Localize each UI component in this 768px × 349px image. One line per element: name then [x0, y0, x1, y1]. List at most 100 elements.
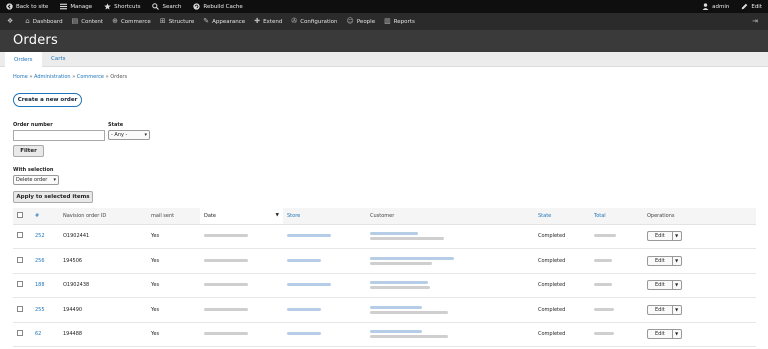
- state-value: Completed: [534, 224, 590, 249]
- commerce-icon: ⊕: [112, 17, 118, 25]
- breadcrumb-administration[interactable]: Administration: [34, 74, 71, 80]
- order-id-link[interactable]: 255: [35, 307, 45, 313]
- user-icon: [702, 3, 709, 10]
- filter-button[interactable]: Filter: [13, 145, 44, 157]
- order-id-link[interactable]: 188: [35, 282, 45, 288]
- chevron-down-icon[interactable]: ▼: [671, 256, 681, 265]
- menu-content-label: Content: [81, 18, 104, 25]
- menu-appearance[interactable]: ✎ Appearance: [203, 18, 245, 25]
- col-total[interactable]: Total: [590, 208, 643, 225]
- row-checkbox[interactable]: [17, 281, 23, 288]
- order-id-link[interactable]: 252: [35, 233, 45, 239]
- store-redacted[interactable]: [287, 283, 331, 287]
- store-redacted[interactable]: [287, 234, 331, 238]
- col-store[interactable]: Store: [283, 208, 366, 225]
- chevron-down-icon[interactable]: ▼: [671, 232, 681, 241]
- refresh-icon: [193, 3, 201, 10]
- menu-extend[interactable]: ✚ Extend: [254, 18, 282, 25]
- shortcuts-link[interactable]: Shortcuts: [104, 3, 140, 10]
- menu-reports[interactable]: ▥ Reports: [384, 18, 415, 25]
- menu-dashboard[interactable]: ⌂ Dashboard: [25, 18, 62, 25]
- mail-sent: Yes: [147, 322, 200, 347]
- col-state[interactable]: State: [534, 208, 590, 225]
- date-redacted: [204, 258, 248, 262]
- customer-name-redacted[interactable]: [370, 330, 422, 334]
- mail-sent: Yes: [147, 248, 200, 274]
- order-id-link[interactable]: 256: [35, 258, 45, 264]
- configuration-icon: ✇: [291, 17, 298, 25]
- edit-mode-link[interactable]: Edit: [741, 3, 762, 10]
- back-icon: [6, 3, 13, 10]
- row-checkbox[interactable]: [17, 305, 23, 312]
- search-link[interactable]: Search: [152, 3, 181, 10]
- people-icon: ☺: [346, 17, 354, 25]
- edit-button[interactable]: Edit: [648, 306, 672, 314]
- edit-button[interactable]: Edit: [648, 232, 672, 240]
- store-redacted[interactable]: [287, 332, 321, 336]
- date-redacted: [204, 332, 248, 336]
- with-selection-label: With selection: [13, 167, 54, 173]
- structure-icon: ⊞: [159, 17, 166, 25]
- col-date[interactable]: Date ▼: [200, 208, 283, 225]
- manage-link[interactable]: Manage: [60, 3, 92, 10]
- page-header: Orders: [0, 30, 768, 52]
- create-order-button[interactable]: Create a new order: [13, 93, 82, 107]
- sidebar-toggle[interactable]: ⇥: [752, 18, 761, 25]
- back-to-site-link[interactable]: Back to site: [6, 3, 48, 10]
- customer-name-redacted[interactable]: [370, 281, 428, 285]
- menu-structure[interactable]: ⊞ Structure: [160, 18, 194, 25]
- menu-commerce-label: Commerce: [120, 18, 151, 25]
- customer-email-redacted: [370, 310, 448, 314]
- drupal-icon: ❖: [7, 17, 14, 25]
- total-redacted: [594, 283, 612, 287]
- menu-configuration-label: Configuration: [300, 18, 338, 25]
- order-number-input[interactable]: [13, 130, 105, 141]
- chevron-down-icon[interactable]: ▼: [671, 305, 681, 314]
- edit-button[interactable]: Edit: [648, 257, 672, 265]
- select-all-checkbox[interactable]: [17, 211, 23, 218]
- drupal-home-link[interactable]: ❖: [7, 18, 16, 25]
- rebuild-cache-label: Rebuild Cache: [203, 3, 243, 10]
- menu-commerce[interactable]: ⊕ Commerce: [112, 18, 151, 25]
- state-select[interactable]: - Any - ▾: [108, 130, 150, 140]
- chevron-down-icon[interactable]: ▼: [671, 281, 681, 290]
- star-icon: [104, 3, 111, 10]
- user-link[interactable]: admin: [702, 3, 729, 10]
- primary-tabs: Orders Carts: [0, 52, 768, 67]
- chevron-down-icon[interactable]: ▼: [671, 330, 681, 339]
- appearance-icon: ✎: [203, 17, 210, 25]
- store-redacted[interactable]: [287, 307, 321, 311]
- menu-configuration[interactable]: ✇ Configuration: [291, 18, 337, 25]
- customer-name-redacted[interactable]: [370, 232, 418, 236]
- total-redacted: [594, 258, 612, 262]
- table-row: 256 194506 Yes Completed Edit ▼: [13, 248, 756, 274]
- order-id-link[interactable]: 62: [35, 331, 41, 337]
- mail-sent: Yes: [147, 297, 200, 323]
- breadcrumb-commerce[interactable]: Commerce: [77, 74, 104, 80]
- menu-content[interactable]: ▤ Content: [72, 18, 104, 25]
- edit-button[interactable]: Edit: [648, 330, 672, 338]
- row-checkbox[interactable]: [17, 232, 23, 239]
- breadcrumb-home[interactable]: Home: [13, 74, 28, 80]
- content-icon: ▤: [71, 17, 79, 25]
- dashboard-icon: ⌂: [25, 17, 30, 25]
- col-operations: Operations: [643, 208, 756, 225]
- row-checkbox[interactable]: [17, 330, 23, 337]
- tab-carts[interactable]: Carts: [42, 52, 75, 67]
- bulk-action-select[interactable]: Delete order ▾: [13, 175, 59, 185]
- state-value: Completed: [534, 297, 590, 323]
- customer-name-redacted[interactable]: [370, 256, 454, 260]
- store-redacted[interactable]: [287, 258, 321, 262]
- row-checkbox[interactable]: [17, 256, 23, 263]
- table-row: 252 O1902441 Yes Completed Edit ▼: [13, 224, 756, 249]
- apply-selected-button[interactable]: Apply to selected items: [13, 191, 93, 203]
- rebuild-cache-link[interactable]: Rebuild Cache: [193, 3, 243, 10]
- customer-name-redacted[interactable]: [370, 305, 422, 309]
- edit-button[interactable]: Edit: [648, 281, 672, 289]
- total-redacted: [594, 332, 614, 336]
- table-header-row: # Navision order ID mail sent Date ▼ Stor…: [13, 208, 756, 225]
- col-id[interactable]: #: [31, 208, 59, 225]
- navision-id: O1902438: [59, 273, 147, 298]
- menu-people[interactable]: ☺ People: [347, 18, 376, 25]
- tab-orders[interactable]: Orders: [5, 52, 42, 67]
